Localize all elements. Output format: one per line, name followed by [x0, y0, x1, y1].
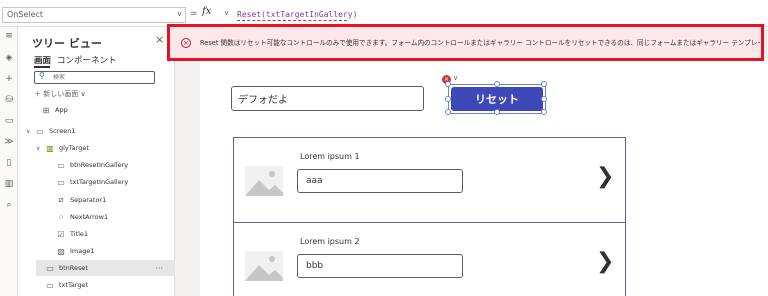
left-rail: ≡ ◈ + ⛁ ▭ ≫ ▯ ▥ ⌕: [0, 27, 18, 296]
image-placeholder-icon: [245, 166, 283, 196]
tree-node-label: App: [55, 106, 68, 114]
database-icon[interactable]: ⛁: [0, 95, 18, 105]
variables-icon[interactable]: ▯: [0, 158, 18, 168]
property-dropdown[interactable]: OnSelect ∨: [2, 7, 186, 23]
plus-icon[interactable]: +: [0, 74, 18, 84]
tree-node-nextarrow1[interactable]: ⁘ NextArrow1: [55, 209, 175, 225]
gallery-item-title: Lorem ipsum 2: [300, 237, 360, 246]
resize-handle[interactable]: [445, 109, 451, 115]
tree-node-separator1[interactable]: ⧄ Separator1: [55, 192, 175, 208]
textinput-icon: ▭: [57, 177, 65, 187]
reset-button[interactable]: リセット: [451, 87, 543, 111]
next-arrow-icon[interactable]: ❯: [596, 249, 614, 274]
tab-active-indicator: [34, 66, 50, 68]
error-banner: × Reset 関数はリセット可能なコントロールのみで使用できます。フォーム内の…: [167, 24, 764, 61]
equals-sign: =: [190, 9, 198, 19]
tree-node-label: Title1: [70, 230, 89, 238]
gallery-gly-target[interactable]: Lorem ipsum 1 ❯ Lorem ipsum 2 ❯: [233, 137, 626, 296]
gallery-item[interactable]: Lorem ipsum 2 ❯: [234, 223, 625, 296]
button-icon: ▭: [57, 160, 65, 170]
tree-search-input[interactable]: [53, 74, 151, 81]
resize-handle[interactable]: [445, 96, 451, 102]
gallery-item[interactable]: Lorem ipsum 1 ❯: [234, 138, 625, 223]
gallery-item-input[interactable]: [297, 169, 463, 193]
fx-icon[interactable]: fx: [202, 6, 211, 17]
tree-view-panel: ツリー ビュー × 画面 コンポーネント ⚲ ＋ 新しい画面 ∨ ⊞ App ∨…: [18, 27, 175, 296]
tree-search-box[interactable]: ⚲: [34, 71, 155, 84]
hamburger-icon[interactable]: ≡: [0, 31, 18, 41]
gallery-item-title: Lorem ipsum 1: [300, 152, 360, 161]
new-screen-button[interactable]: ＋ 新しい画面 ∨: [34, 89, 86, 99]
next-arrow-icon[interactable]: ❯: [596, 164, 614, 189]
error-icon: ×: [181, 38, 191, 48]
chevron-down-icon: ∨: [176, 10, 182, 18]
resize-handle[interactable]: [541, 109, 547, 115]
tree-node-label: btnReset: [59, 264, 88, 272]
resize-handle[interactable]: [541, 96, 547, 102]
tree-view-title: ツリー ビュー: [32, 37, 102, 50]
tree-node-btnreset[interactable]: ▭ btnReset ···: [36, 260, 175, 276]
more-options-icon[interactable]: ···: [155, 264, 163, 273]
screen-icon: ▭: [36, 126, 44, 136]
formula-input[interactable]: Reset(txtTargetInGallery): [237, 10, 357, 19]
formula-bar: OnSelect ∨ = fx ∨ Reset(txtTargetInGalle…: [0, 0, 768, 27]
arrow-icon: ⁘: [57, 212, 65, 222]
chevron-down-icon[interactable]: ∨: [26, 128, 34, 135]
resize-handle[interactable]: [494, 109, 500, 115]
image-icon: ▨: [57, 246, 65, 256]
tree-node-glytarget[interactable]: ∨ ▥ glyTarget: [36, 140, 175, 156]
tools-icon[interactable]: ▥: [0, 179, 18, 189]
flow-icon[interactable]: ≫: [0, 137, 18, 147]
separator-icon: ⧄: [58, 195, 64, 204]
error-chevron-icon[interactable]: ∨: [453, 74, 458, 82]
txttarget-input[interactable]: [231, 86, 424, 111]
error-message: Reset 関数はリセット可能なコントロールのみで使用できます。フォーム内のコン…: [200, 39, 760, 47]
resize-handle[interactable]: [494, 81, 500, 87]
tree-node-btnresetingallery[interactable]: ▭ btnResetInGallery: [55, 157, 175, 173]
tree-node-txttargetingallery[interactable]: ▭ txtTargetInGallery: [55, 174, 175, 190]
gallery-icon: ▥: [46, 143, 54, 153]
label-icon: ☑: [57, 229, 65, 239]
tree-node-label: btnResetInGallery: [70, 161, 129, 169]
search-icon: ⚲: [39, 71, 45, 80]
tree-node-txttarget[interactable]: ▭ txtTarget: [44, 277, 175, 293]
resize-handle[interactable]: [445, 81, 451, 87]
tree-node-label: Image1: [70, 247, 95, 255]
fx-chevron-icon[interactable]: ∨: [224, 9, 229, 17]
tab-components[interactable]: コンポーネント: [57, 54, 117, 66]
gallery-item-input[interactable]: [297, 254, 463, 278]
btnreset-selection: リセット: [445, 81, 547, 115]
tree-node-label: txtTargetInGallery: [70, 178, 129, 186]
search-icon[interactable]: ⌕: [0, 200, 18, 210]
tree-node-image1[interactable]: ▨ Image1: [55, 243, 175, 259]
tree-node-label: NextArrow1: [70, 213, 109, 221]
close-icon[interactable]: ×: [155, 33, 164, 46]
media-icon[interactable]: ▭: [0, 116, 18, 126]
tree-node-label: Screen1: [49, 127, 76, 135]
property-label: OnSelect: [7, 10, 44, 19]
textinput-icon: ▭: [46, 280, 54, 290]
formula-error-underline: [237, 20, 347, 21]
tree-node-app[interactable]: ⊞ App: [32, 102, 175, 118]
tree-node-title1[interactable]: ☑ Title1: [55, 226, 175, 242]
tree-node-label: txtTarget: [59, 281, 89, 289]
button-icon: ▭: [46, 263, 54, 273]
app-icon: ⊞: [42, 105, 50, 115]
tree-node-label: glyTarget: [59, 144, 89, 152]
tree-node-screen1[interactable]: ∨ ▭ Screen1: [26, 123, 175, 139]
tree-node-label: Separator1: [70, 196, 107, 204]
layers-icon[interactable]: ◈: [0, 53, 18, 63]
resize-handle[interactable]: [541, 81, 547, 87]
chevron-down-icon[interactable]: ∨: [36, 145, 44, 152]
image-placeholder-icon: [245, 251, 283, 281]
tab-screens[interactable]: 画面: [34, 54, 51, 66]
